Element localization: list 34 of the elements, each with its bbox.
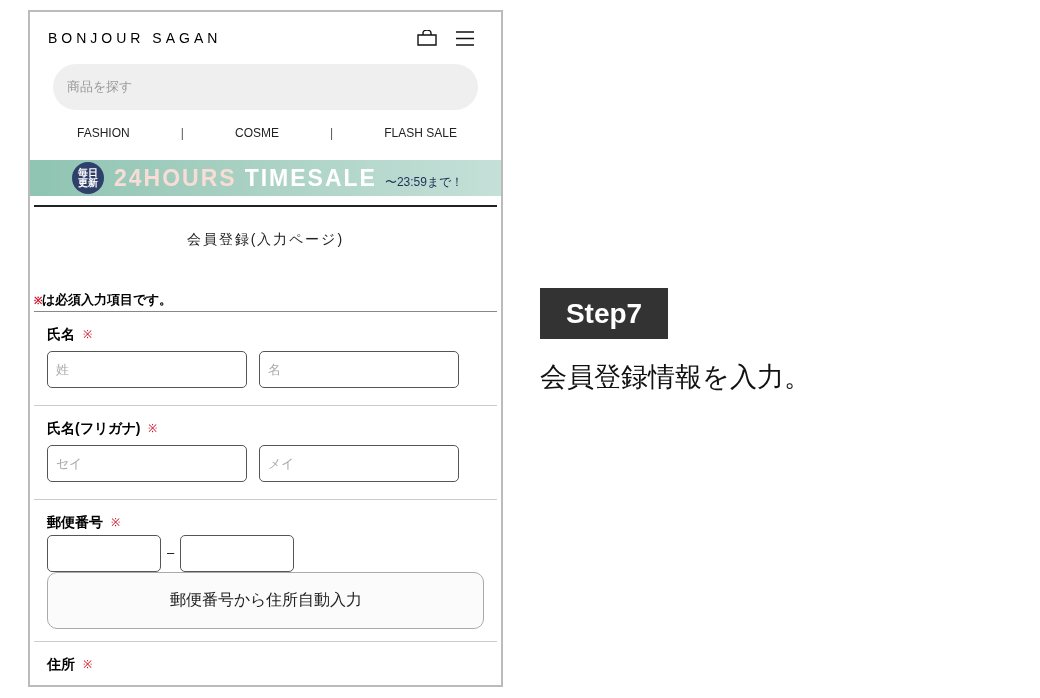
required-mark: ※ bbox=[111, 514, 120, 530]
text-input[interactable]: メイ bbox=[259, 444, 459, 482]
daily-update-badge: 毎日 更新 bbox=[72, 162, 104, 194]
postal-code-input[interactable] bbox=[47, 534, 161, 572]
field-label: 住所 bbox=[47, 654, 75, 674]
banner-deadline: 〜23:59まで！ bbox=[384, 173, 463, 191]
text-input[interactable]: 名 bbox=[259, 350, 459, 388]
banner-headline: 24HOURS bbox=[114, 163, 237, 193]
nav-separator: | bbox=[330, 125, 334, 142]
field-label: 郵便番号 bbox=[47, 512, 103, 532]
required-mark: ※ bbox=[83, 656, 92, 672]
text-input[interactable]: セイ bbox=[47, 444, 247, 482]
search-placeholder: 商品を探す bbox=[67, 78, 132, 97]
postal-code-input[interactable] bbox=[180, 534, 295, 572]
nav-link[interactable]: FLASH SALE bbox=[384, 124, 457, 142]
dash: – bbox=[167, 544, 175, 563]
required-note: ※は必須入力項目です。 bbox=[34, 291, 172, 309]
brand-logo[interactable]: BONJOUR SAGAN bbox=[48, 27, 222, 49]
step-badge: Step7 bbox=[540, 288, 668, 339]
shopping-bag-icon[interactable] bbox=[417, 30, 437, 46]
text-input[interactable]: 姓 bbox=[47, 350, 247, 388]
nav-link[interactable]: COSME bbox=[234, 124, 279, 142]
required-mark: ※ bbox=[83, 326, 92, 342]
timesale-banner[interactable]: 毎日 更新 24HOURS TIMESALE 〜23:59まで！ bbox=[30, 160, 501, 196]
menu-icon[interactable] bbox=[455, 30, 475, 46]
banner-headline: TIMESALE bbox=[244, 163, 377, 193]
nav-separator: | bbox=[180, 125, 184, 142]
field-label: 氏名(フリガナ) bbox=[47, 418, 141, 438]
required-mark: ※ bbox=[148, 420, 158, 436]
page-title: 会員登録(入力ページ) bbox=[186, 230, 345, 249]
step-caption: 会員登録情報を入力。 bbox=[540, 361, 811, 394]
nav-link[interactable]: FASHION bbox=[77, 124, 130, 142]
field-label: 氏名 bbox=[47, 324, 75, 344]
address-autofill-button[interactable]: 郵便番号から住所自動入力 bbox=[47, 571, 484, 629]
